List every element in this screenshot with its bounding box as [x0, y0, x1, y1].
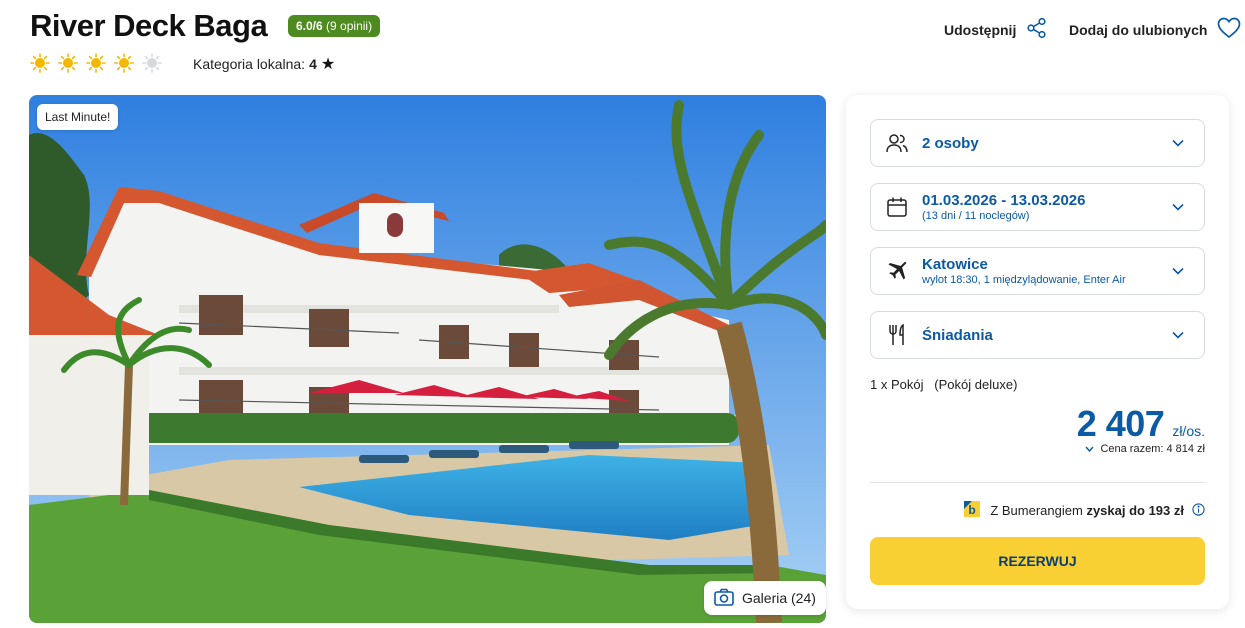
favorite-label: Dodaj do ulubionych — [1069, 21, 1208, 38]
chevron-down-icon — [1172, 134, 1184, 152]
dates-select[interactable]: 01.03.2026 - 13.03.2026 (13 dni / 11 noc… — [870, 183, 1205, 231]
bumerang-info: b Z Bumerangiem zyskaj do 193 zł — [962, 499, 1205, 522]
chevron-down-icon — [1172, 326, 1184, 344]
sun-filled-icon — [114, 53, 134, 73]
price-amount: 2 407 — [1076, 403, 1165, 444]
hotel-photo[interactable] — [29, 95, 826, 623]
users-icon — [885, 131, 909, 155]
booking-panel: 2 osoby 01.03.2026 - 13.03.2026 (13 dni … — [846, 95, 1229, 609]
rating-score: 6.0/6 — [296, 19, 323, 33]
total-price[interactable]: Cena razem: 4 814 zł — [1085, 443, 1205, 455]
dates-sub: (13 dni / 11 noclegów) — [922, 210, 1030, 222]
room-info: 1 x Pokój (Pokój deluxe) — [870, 377, 1018, 392]
svg-text:b: b — [969, 503, 976, 517]
bumerang-prefix: Z Bumerangiem — [990, 503, 1083, 518]
gallery-button[interactable]: Galeria (24) — [704, 581, 826, 615]
share-label: Udostępnij — [944, 21, 1017, 38]
total-label: Cena razem: 4 814 zł — [1100, 443, 1205, 455]
sun-rating — [30, 53, 162, 73]
departure-select[interactable]: Katowice wylot 18:30, 1 międzylądowanie,… — [870, 247, 1205, 295]
camera-icon — [714, 588, 734, 609]
divider — [870, 482, 1205, 483]
rating-badge[interactable]: 6.0/6 (9 opinii) — [288, 15, 381, 37]
last-minute-badge: Last Minute! — [37, 104, 119, 130]
price-unit: zł/os. — [1172, 423, 1205, 439]
favorite-button[interactable]: Dodaj do ulubionych — [1069, 17, 1241, 42]
share-button[interactable]: Udostępnij — [944, 17, 1048, 42]
sun-filled-icon — [58, 53, 78, 73]
departure-sub: wylot 18:30, 1 międzylądowanie, Enter Ai… — [922, 274, 1126, 286]
rating-count: (9 opinii) — [326, 19, 373, 33]
departure-value: Katowice — [922, 256, 988, 273]
sun-empty-icon — [142, 53, 162, 73]
sun-filled-icon — [86, 53, 106, 73]
share-icon — [1026, 17, 1048, 42]
persons-value: 2 osoby — [922, 134, 979, 152]
sun-filled-icon — [30, 53, 50, 73]
category-value: 4 — [309, 56, 317, 72]
reserve-button[interactable]: REZERWUJ — [870, 537, 1205, 585]
bumerang-logo-icon: b — [962, 499, 982, 522]
chevron-down-icon — [1172, 262, 1184, 280]
price-per-person: 2 407 zł/os. — [1077, 403, 1205, 445]
board-value: Śniadania — [922, 326, 993, 344]
chevron-down-icon — [1172, 198, 1184, 216]
info-icon[interactable] — [1192, 502, 1205, 519]
bumerang-bonus: zyskaj do 193 zł — [1086, 503, 1184, 518]
airplane-icon — [885, 259, 909, 283]
persons-select[interactable]: 2 osoby — [870, 119, 1205, 167]
chevron-down-icon — [1085, 444, 1094, 454]
gallery-label: Galeria (24) — [742, 590, 816, 606]
star-icon: ★ — [320, 56, 336, 73]
board-select[interactable]: Śniadania — [870, 311, 1205, 359]
hotel-title: River Deck Baga — [30, 8, 268, 43]
cutlery-icon — [885, 323, 909, 347]
heart-icon — [1217, 17, 1241, 42]
local-category: Kategoria lokalna: 4 ★ — [193, 54, 335, 74]
category-label: Kategoria lokalna: — [193, 56, 306, 72]
dates-value: 01.03.2026 - 13.03.2026 — [922, 192, 1086, 209]
calendar-icon — [885, 195, 909, 219]
